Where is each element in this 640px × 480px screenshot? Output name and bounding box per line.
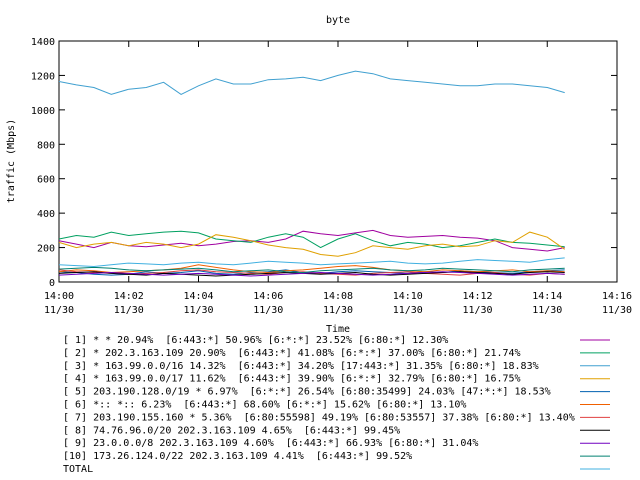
y-tick-label: 1200 [31,71,55,82]
chart-title: byte [326,15,350,26]
y-axis-label: traffic (Mbps) [6,119,17,203]
series-line-3 [58,70,565,95]
legend-label-4: [ 4] * 163.99.0.0/17 11.62% [6:443:*] 39… [63,374,521,385]
y-tick-label: 1000 [31,106,55,117]
traffic-line-chart: byte traffic (Mbps) Time 0 200 400 600 800 10… [6,15,632,475]
x-tick-date-label: 11/30 [462,305,492,316]
series-line-4 [58,231,565,257]
legend-label-7: [ 7] 203.190.155.160 * 5.36% [6:80:55598… [63,412,575,423]
y-tick-label: 600 [37,175,55,186]
legend-label-8: [ 8] 74.76.96.0/20 202.3.163.109 4.65% [… [63,425,400,436]
y-tick-label: 800 [37,140,55,151]
legend-label-11: TOTAL [63,464,93,475]
x-tick-time-label: 14:08 [323,291,353,302]
x-tick-time-label: 14:00 [44,291,74,302]
y-tick-label: 1400 [31,37,55,48]
x-tick-date-label: 11/30 [183,305,213,316]
legend-label-9: [ 9] 23.0.0.0/8 202.3.163.109 4.60% [6:4… [63,438,478,449]
series-line-11 [58,257,565,268]
x-tick-time-label: 14:02 [114,291,144,302]
y-tick-label: 400 [37,209,55,220]
x-tick-date-label: 11/30 [114,305,144,316]
x-tick-date-label: 11/30 [323,305,353,316]
legend-label-10: [10] 173.26.124.0/22 202.3.163.109 4.41%… [63,451,412,462]
x-tick-date-label: 11/30 [602,305,632,316]
plot-frame [58,40,618,283]
y-tick-label: 0 [49,278,55,289]
x-axis-label: Time [326,324,350,335]
legend-label-5: [ 5] 203.190.128.0/19 * 6.97% [6:*:*] 26… [63,387,551,398]
legend-label-2: [ 2] * 202.3.163.109 20.90% [6:443:*] 41… [63,348,521,359]
x-tick-time-label: 14:04 [183,291,213,302]
x-tick-time-label: 14:12 [462,291,492,302]
x-tick-date-label: 11/30 [44,305,74,316]
series-line-1 [58,229,565,252]
x-tick-date-label: 11/30 [532,305,562,316]
legend: [ 1] * * 20.94% [6:443:*] 50.96% [6:*:*]… [63,335,610,475]
legend-label-6: [ 6] *:: *:: 6.23% [6:443:*] 68.60% [6:*… [63,400,466,411]
x-tick-date-label: 11/30 [253,305,283,316]
x-tick-time-label: 14:14 [532,291,562,302]
x-tick-time-label: 14:06 [253,291,283,302]
y-tick-label: 200 [37,244,55,255]
series-lines [58,70,565,277]
x-tick-date-label: 11/30 [393,305,423,316]
x-tick-time-label: 14:16 [602,291,632,302]
x-tick-time-label: 14:10 [393,291,423,302]
legend-label-3: [ 3] * 163.99.0.0/16 14.32% [6:443:*] 34… [63,361,539,372]
legend-label-1: [ 1] * * 20.94% [6:443:*] 50.96% [6:*:*]… [63,335,448,346]
